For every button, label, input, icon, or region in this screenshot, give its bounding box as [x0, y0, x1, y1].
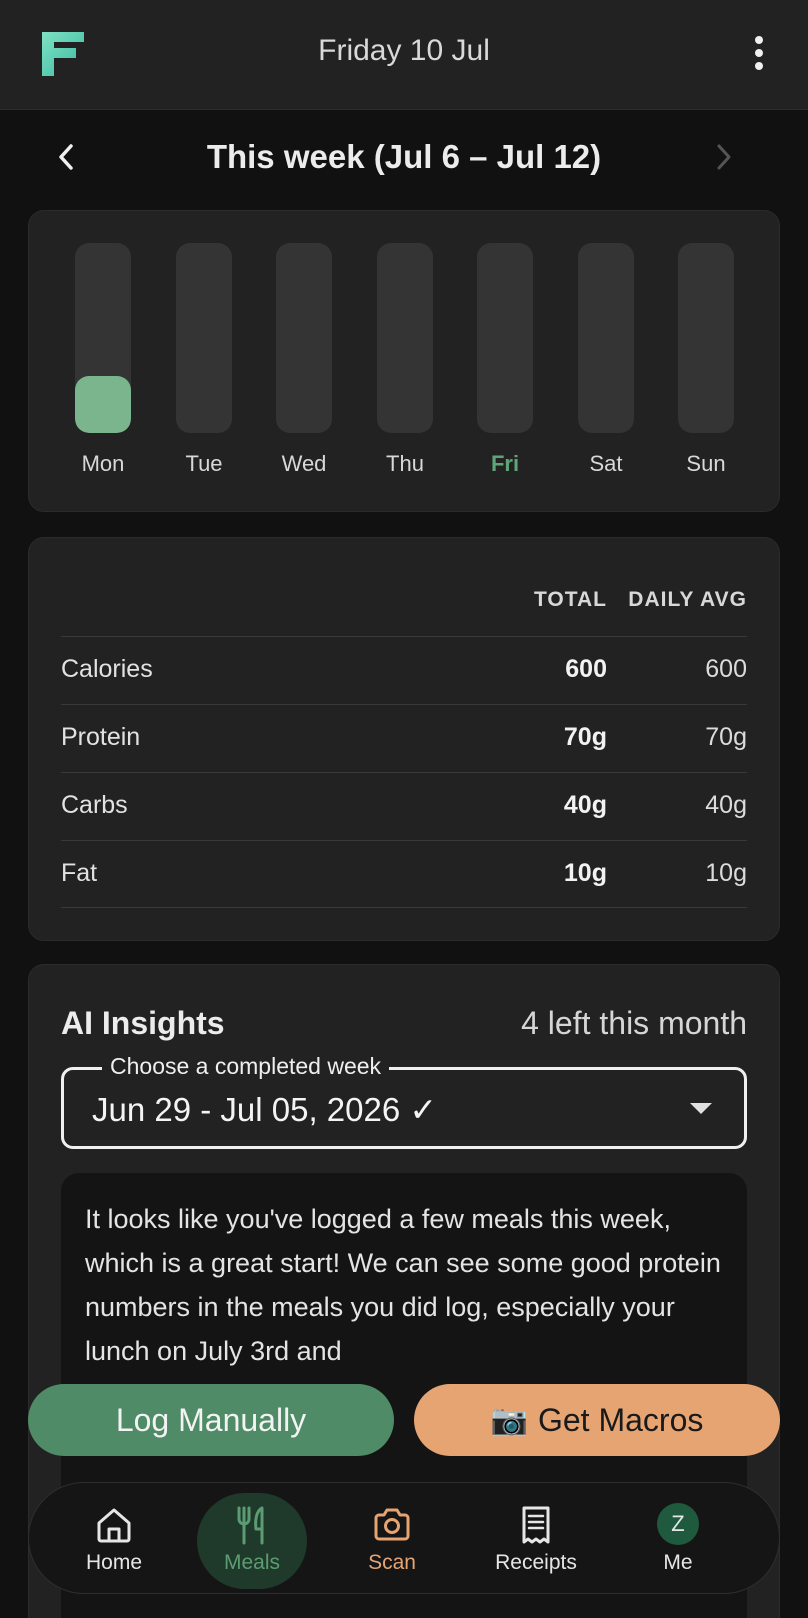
macro-row-calories: Calories 600 600	[61, 636, 747, 704]
select-label: Choose a completed week	[102, 1053, 390, 1080]
macro-name: Protein	[61, 723, 141, 751]
day-label: Mon	[81, 451, 125, 476]
selected-week: Jun 29 - Jul 05, 2026 ✓	[92, 1091, 438, 1128]
day-bar-sat[interactable]: Sat	[578, 243, 634, 498]
tab-label: Scan	[368, 1551, 416, 1574]
insights-remaining: 4 left this month	[521, 1005, 747, 1041]
insight-text: It looks like you've logged a few meals …	[85, 1204, 721, 1366]
log-manually-button[interactable]: Log Manually	[28, 1384, 394, 1456]
tab-scan[interactable]: Scan	[337, 1493, 447, 1589]
macro-total: 40g	[563, 791, 607, 819]
day-label: Sat	[589, 451, 623, 476]
day-label: Fri	[490, 451, 520, 476]
macro-avg: 40g	[705, 791, 747, 819]
avatar: Z	[657, 1503, 699, 1545]
dropdown-arrow-icon	[690, 1103, 712, 1114]
bar-track	[678, 243, 734, 433]
completed-week-select[interactable]: Choose a completed week Jun 29 - Jul 05,…	[61, 1053, 747, 1149]
bottom-nav: Home Meals Scan Receipts Z Me	[28, 1482, 780, 1594]
macro-name: Calories	[61, 655, 153, 683]
tab-receipts[interactable]: Receipts	[481, 1493, 591, 1589]
bar-track	[377, 243, 433, 433]
daily-avg-column-header: DAILY AVG	[628, 588, 747, 611]
day-bar-sun[interactable]: Sun	[678, 243, 734, 498]
macro-name: Fat	[61, 859, 98, 887]
home-icon	[97, 1508, 131, 1543]
macro-total: 600	[565, 655, 607, 683]
macro-avg: 70g	[705, 723, 747, 751]
macro-row-fat: Fat 10g 10g	[61, 840, 747, 908]
total-column-header: TOTAL	[533, 588, 607, 611]
bar-track	[477, 243, 533, 433]
macro-name: Carbs	[61, 791, 128, 819]
day-bar-mon[interactable]: Mon	[75, 243, 131, 498]
next-week-icon[interactable]	[708, 142, 738, 172]
log-manually-label: Log Manually	[115, 1401, 307, 1438]
macro-total: 10g	[563, 859, 607, 887]
tab-meals[interactable]: Meals	[197, 1493, 307, 1589]
macro-total: 70g	[563, 723, 607, 751]
bar-track	[75, 243, 131, 433]
macro-row-carbs: Carbs 40g 40g	[61, 772, 747, 840]
ai-insights-title: AI Insights	[61, 1005, 225, 1041]
bar-track	[578, 243, 634, 433]
tab-home[interactable]: Home	[59, 1493, 169, 1589]
day-label: Wed	[281, 451, 327, 476]
week-navigator: This week (Jul 6 – Jul 12)	[0, 130, 808, 186]
macro-avg: 10g	[705, 859, 747, 887]
tab-label: Home	[85, 1551, 143, 1574]
macro-row-protein: Protein 70g 70g	[61, 704, 747, 772]
day-label: Tue	[185, 451, 223, 476]
day-label: Thu	[386, 451, 424, 476]
top-bar: Friday 10 Jul	[0, 0, 808, 110]
more-options-icon[interactable]	[752, 36, 766, 70]
camera-icon: 📷	[490, 1403, 528, 1437]
bar-track	[176, 243, 232, 433]
tab-label: Me	[663, 1551, 693, 1574]
macro-avg: 600	[705, 655, 747, 683]
utensils-icon	[237, 1506, 264, 1545]
camera-icon	[374, 1508, 410, 1541]
day-bar-fri[interactable]: Fri	[477, 243, 533, 498]
get-macros-button[interactable]: 📷 Get Macros	[414, 1384, 780, 1456]
week-title: This week (Jul 6 – Jul 12)	[206, 138, 602, 175]
tab-label: Meals	[223, 1551, 281, 1574]
receipt-icon	[522, 1506, 550, 1544]
bar-fill	[75, 376, 131, 433]
tab-label: Receipts	[495, 1551, 577, 1574]
day-bar-tue[interactable]: Tue	[176, 243, 232, 498]
bar-track	[276, 243, 332, 433]
current-date: Friday 10 Jul	[318, 34, 490, 67]
macro-summary-card: TOTAL DAILY AVG Calories 600 600 Protein…	[28, 537, 780, 941]
get-macros-label: Get Macros	[537, 1401, 704, 1438]
day-bar-wed[interactable]: Wed	[276, 243, 332, 498]
tab-me[interactable]: Z Me	[623, 1493, 733, 1589]
day-bar-thu[interactable]: Thu	[377, 243, 433, 498]
day-label: Sun	[686, 451, 726, 476]
weekly-bars-card: Mon Tue Wed Thu Fri Sat Sun	[28, 210, 780, 512]
